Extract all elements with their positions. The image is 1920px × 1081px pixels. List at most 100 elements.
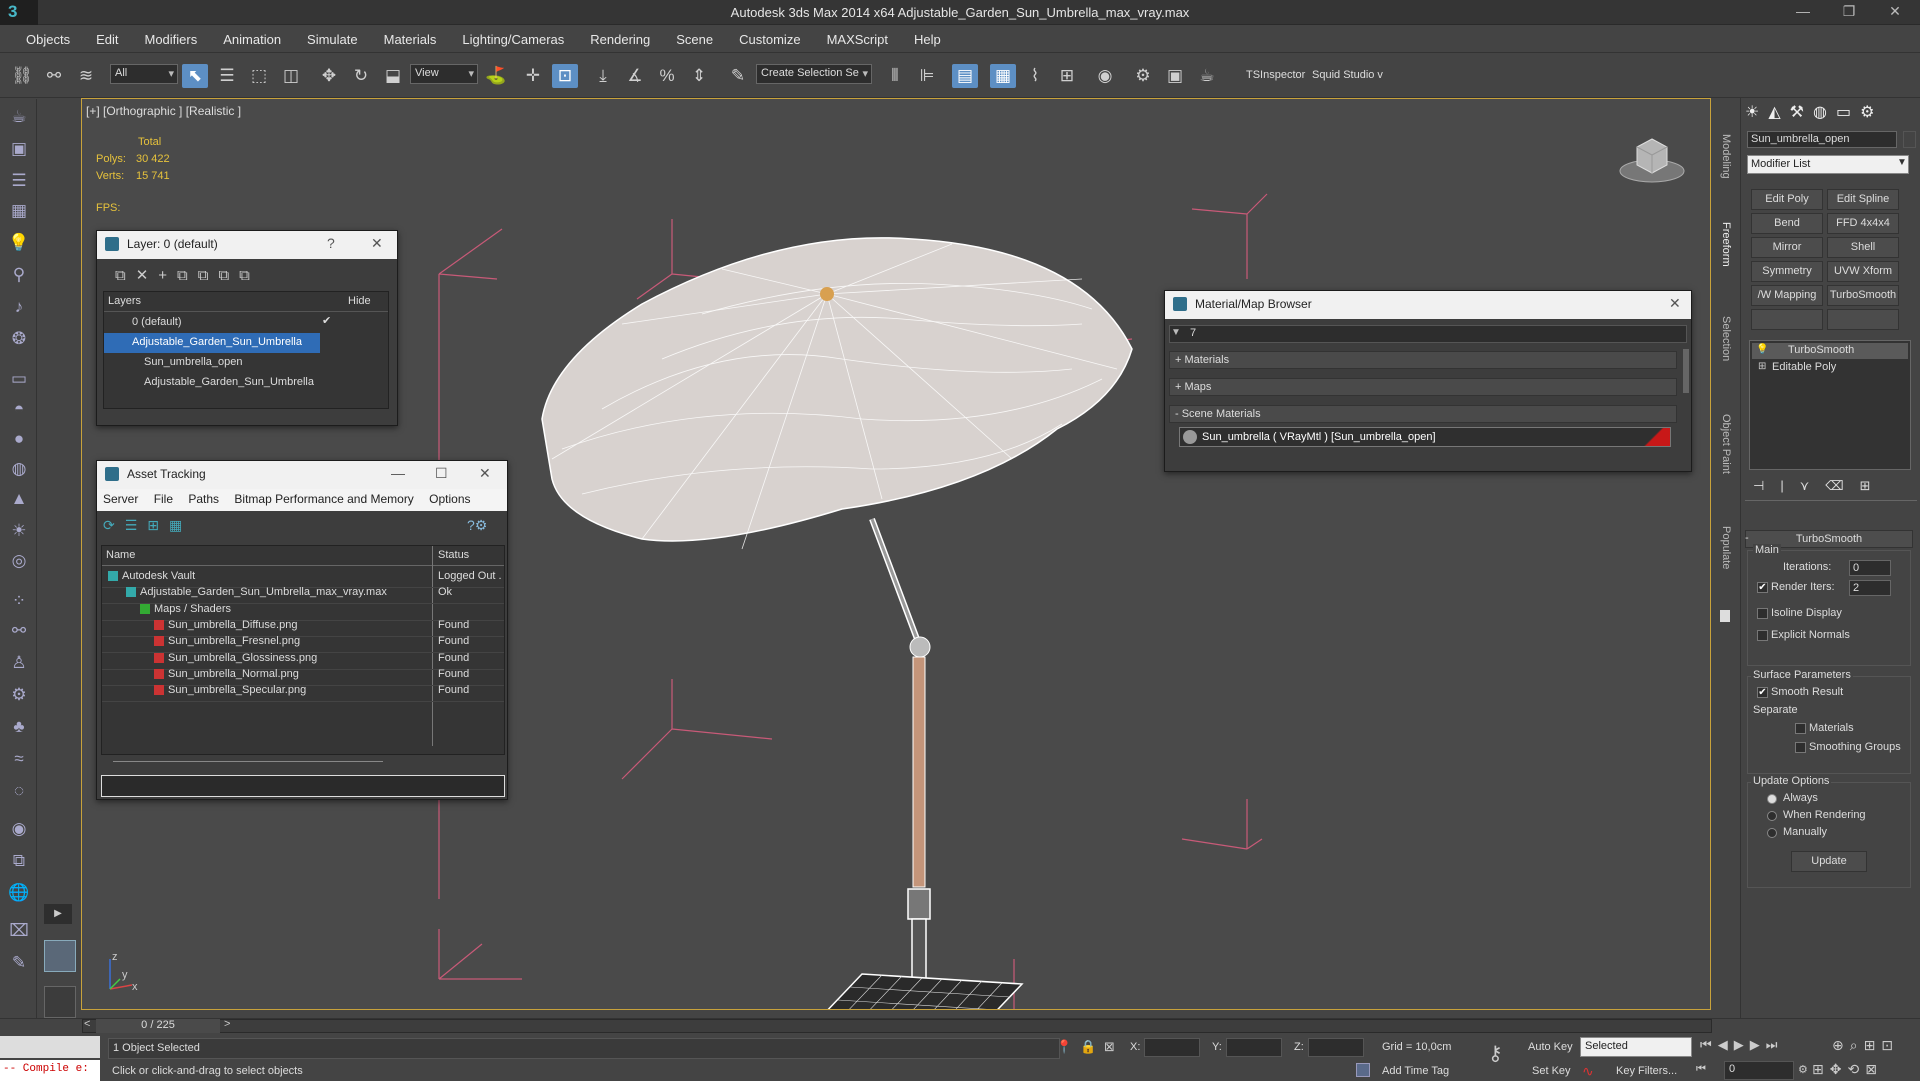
person-icon[interactable]: ♙	[6, 651, 32, 675]
iterations-spinner[interactable]: 0	[1849, 560, 1891, 576]
absolute-mode-icon[interactable]: ⊠	[1104, 1039, 1115, 1055]
menu-bitmap-performance[interactable]: Bitmap Performance and Memory	[234, 492, 413, 506]
maximize-button[interactable]: ☐	[435, 465, 448, 482]
smooth-result-checkbox[interactable]: ✔	[1757, 687, 1768, 698]
ffd-button[interactable]: FFD 4x4x4	[1827, 213, 1899, 234]
close-button[interactable]: ✕	[1880, 3, 1910, 20]
render-iters-checkbox[interactable]: ✔	[1757, 582, 1768, 593]
menu-scene[interactable]: Scene	[663, 26, 726, 53]
collapse-minus-icon[interactable]: -	[1745, 532, 1749, 544]
dumbbell-icon[interactable]: ⚯	[6, 619, 32, 643]
edit-spline-button[interactable]: Edit Spline	[1827, 189, 1899, 210]
smoothing-groups-checkbox[interactable]	[1795, 742, 1806, 753]
manually-radio[interactable]	[1767, 828, 1777, 838]
selection-filter-dropdown[interactable]: All	[110, 64, 178, 84]
menu-lighting-cameras[interactable]: Lighting/Cameras	[449, 26, 577, 53]
tab-selection[interactable]: Selection	[1720, 316, 1732, 361]
playback-controls[interactable]: ⏮◀▶▶⏭	[1700, 1037, 1783, 1053]
plant-icon[interactable]: ♣	[6, 715, 32, 739]
set-key-icon[interactable]: ∿	[1582, 1063, 1594, 1080]
status-column-header[interactable]: Status	[438, 549, 469, 561]
set-key-button[interactable]: Set Key	[1532, 1065, 1571, 1077]
window-crossing-icon[interactable]: ◫	[278, 64, 304, 88]
expand-ribbon-icon[interactable]	[1720, 610, 1730, 622]
update-button[interactable]: Update	[1791, 851, 1867, 872]
graphite-ribbon-icon[interactable]: ▦	[990, 64, 1016, 88]
material-editor-icon[interactable]: ◉	[1092, 64, 1118, 88]
asset-tracking-header[interactable]: Asset Tracking — ☐ ✕	[97, 461, 507, 489]
isolate-icon[interactable]: 📍	[1056, 1039, 1072, 1055]
maxscript-output[interactable]: -- Compile e:	[0, 1060, 100, 1081]
material-search-input[interactable]: 7	[1169, 325, 1687, 343]
object-color-swatch[interactable]	[1903, 131, 1916, 148]
tsinspector-label[interactable]: TSInspector	[1246, 69, 1305, 81]
mirror-button[interactable]: Mirror	[1751, 237, 1823, 258]
uvw-mapping-button[interactable]: /W Mapping Ac	[1751, 285, 1823, 320]
lightbulb-icon[interactable]: 💡	[6, 231, 32, 255]
menu-modifiers[interactable]: Modifiers	[131, 26, 210, 53]
layer-close-button[interactable]: ✕	[371, 235, 383, 252]
time-tag-icon[interactable]	[1356, 1063, 1370, 1077]
help-button[interactable]: ?	[327, 235, 335, 251]
layer-toolbar[interactable]: ⧉✕+⧉⧉⧉⧉	[115, 266, 315, 286]
key-icon[interactable]: ⚷	[1488, 1041, 1503, 1066]
menu-maxscript[interactable]: MAXScript	[814, 26, 901, 53]
viewport-nav-controls-2[interactable]: ⊞✥⟲⊠	[1812, 1061, 1883, 1078]
menu-objects[interactable]: Objects	[0, 26, 83, 53]
hair-icon[interactable]: ≈	[6, 747, 32, 771]
globe-icon[interactable]: ◉	[6, 817, 32, 841]
toolbox-icon[interactable]: ⌧	[6, 919, 32, 943]
time-next-icon[interactable]: >	[224, 1018, 230, 1030]
time-slider[interactable]	[82, 1019, 1712, 1033]
menu-file[interactable]: File	[154, 492, 173, 506]
scene-material-row[interactable]: Sun_umbrella ( VRayMtl ) [Sun_umbrella_o…	[1179, 427, 1671, 447]
unlink-icon[interactable]: ⚯	[41, 64, 67, 88]
expand-plus-icon[interactable]: ⊞	[1758, 361, 1766, 372]
cone-icon[interactable]: ▲	[6, 487, 32, 511]
move-icon[interactable]: ✥	[316, 64, 342, 88]
material-close-button[interactable]: ✕	[1669, 295, 1681, 312]
edit-named-selection-icon[interactable]: ✎	[725, 64, 751, 88]
x-coord-field[interactable]	[1144, 1038, 1200, 1057]
uvw-xform-button[interactable]: UVW Xform	[1827, 261, 1899, 282]
edit-poly-button[interactable]: Edit Poly	[1751, 189, 1823, 210]
group-materials[interactable]: + Materials	[1169, 351, 1677, 369]
horizontal-scrollbar[interactable]	[113, 761, 383, 762]
link-icon[interactable]: ⛓	[9, 64, 35, 88]
gear-icon[interactable]: ⚙	[6, 683, 32, 707]
stack-tools[interactable]: ⊣|⋎⌫⊞	[1753, 478, 1913, 494]
render-teapot-icon[interactable]: ☕	[1194, 64, 1220, 88]
percent-snap-icon[interactable]: %	[654, 64, 680, 88]
audio-icon[interactable]: ♪	[6, 295, 32, 319]
layer-row[interactable]: Adjustable_Garden_Sun_Umbrella	[104, 333, 320, 353]
hemisphere-icon[interactable]: ◓	[6, 397, 32, 421]
empty-slot-button[interactable]	[1827, 309, 1899, 330]
asset-row[interactable]: Sun_umbrella_Specular.png Found	[102, 682, 504, 703]
lightbulb-icon[interactable]: 💡	[1756, 344, 1768, 355]
filter-icon[interactable]: ▼	[1171, 327, 1181, 338]
turbosmooth-button[interactable]: TurboSmooth	[1827, 285, 1899, 306]
keyboard-shortcut-override-icon[interactable]: ⊡	[552, 64, 578, 88]
scale-icon[interactable]: ⬓	[380, 64, 406, 88]
menu-server[interactable]: Server	[103, 492, 138, 506]
select-object-icon[interactable]: ⬉	[182, 64, 208, 88]
named-selection-dropdown[interactable]: Create Selection Se	[756, 64, 872, 84]
script-icon[interactable]: ✎	[6, 951, 32, 975]
layers-column-header[interactable]: Layers	[108, 295, 141, 307]
particles-icon[interactable]: ❂	[6, 327, 32, 351]
lock-icon[interactable]: 🔒	[1080, 1039, 1096, 1055]
hide-column-header[interactable]: Hide	[348, 295, 371, 307]
current-frame-field[interactable]: 0	[1724, 1061, 1794, 1080]
squid-studio-label[interactable]: Squid Studio v	[1312, 69, 1383, 81]
render-icon[interactable]: ▣	[6, 137, 32, 161]
expand-arrow-icon[interactable]: ▶	[44, 904, 72, 924]
menu-edit[interactable]: Edit	[83, 26, 131, 53]
layer-row[interactable]: 0 (default)	[104, 313, 326, 333]
tab-freeform[interactable]: Freeform	[1720, 222, 1732, 267]
explicit-normals-checkbox[interactable]	[1757, 630, 1768, 641]
empty-slot-button[interactable]	[1751, 309, 1823, 330]
group-maps[interactable]: + Maps	[1169, 378, 1677, 396]
rotate-icon[interactable]: ↻	[348, 64, 374, 88]
asset-toolbar[interactable]: ⟳☰⊞▦	[103, 517, 192, 534]
pivot-center-icon[interactable]: ⛳	[483, 64, 509, 88]
